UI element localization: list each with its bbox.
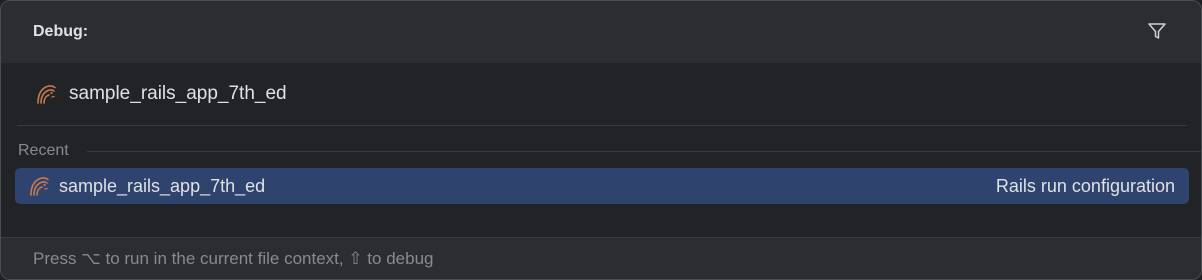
popup-header: Debug: bbox=[1, 1, 1201, 63]
filter-button[interactable] bbox=[1145, 19, 1169, 43]
section-label: Recent bbox=[18, 142, 69, 159]
popup-footer: Press ⌥ to run in the current file conte… bbox=[1, 237, 1201, 279]
search-input[interactable] bbox=[67, 79, 1169, 109]
search-row bbox=[1, 63, 1201, 125]
footer-hint: Press ⌥ to run in the current file conte… bbox=[33, 249, 434, 268]
list-item-label: sample_rails_app_7th_ed bbox=[59, 176, 266, 196]
rails-icon bbox=[37, 85, 56, 104]
section-divider bbox=[87, 151, 1201, 152]
list-item[interactable]: sample_rails_app_7th_ed Rails run config… bbox=[15, 168, 1189, 204]
run-anything-popup: Debug: Recent bbox=[0, 0, 1202, 280]
list-item-type: Rails run configuration bbox=[995, 176, 1175, 196]
rails-icon bbox=[30, 177, 49, 196]
popup-title: Debug: bbox=[33, 23, 89, 40]
popup-body: Recent sample_rails_app_7th_ed Rails run… bbox=[1, 63, 1201, 237]
search-divider bbox=[17, 125, 1187, 126]
recent-section-header: Recent bbox=[1, 139, 1201, 163]
filter-icon bbox=[1148, 23, 1166, 39]
